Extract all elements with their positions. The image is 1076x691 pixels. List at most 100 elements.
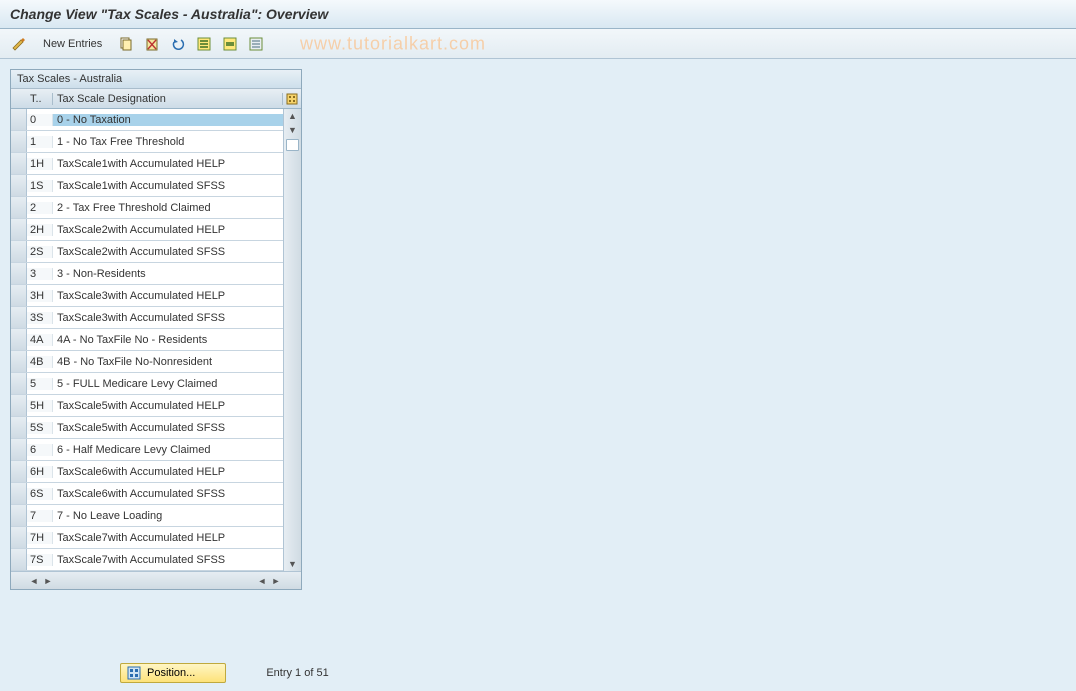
row-selector[interactable] bbox=[11, 263, 27, 284]
row-selector[interactable] bbox=[11, 395, 27, 416]
row-code: 7 bbox=[27, 510, 53, 522]
row-designation: 7 - No Leave Loading bbox=[53, 510, 283, 522]
table-row[interactable]: 00 - No Taxation bbox=[11, 109, 283, 131]
row-selector[interactable] bbox=[11, 219, 27, 240]
select-block-icon[interactable] bbox=[219, 34, 241, 54]
table-row[interactable]: 1STaxScale1with Accumulated SFSS bbox=[11, 175, 283, 197]
row-selector[interactable] bbox=[11, 153, 27, 174]
row-code: 1 bbox=[27, 136, 53, 148]
row-selector[interactable] bbox=[11, 351, 27, 372]
table-row[interactable]: 3STaxScale3with Accumulated SFSS bbox=[11, 307, 283, 329]
toggle-change-icon[interactable] bbox=[8, 34, 30, 54]
row-designation: 0 - No Taxation bbox=[53, 114, 283, 126]
select-all-icon[interactable] bbox=[193, 34, 215, 54]
watermark-text: www.tutorialkart.com bbox=[300, 33, 486, 54]
table-row[interactable]: 11 - No Tax Free Threshold bbox=[11, 131, 283, 153]
panel-title: Tax Scales - Australia bbox=[11, 70, 301, 89]
scroll-rightstep-icon[interactable]: ◄ bbox=[255, 576, 269, 586]
undo-change-icon[interactable] bbox=[167, 34, 189, 54]
row-selector[interactable] bbox=[11, 461, 27, 482]
row-selector[interactable] bbox=[11, 483, 27, 504]
table-row[interactable]: 22 - Tax Free Threshold Claimed bbox=[11, 197, 283, 219]
page-title: Change View "Tax Scales - Australia": Ov… bbox=[0, 0, 1076, 29]
row-code: 1H bbox=[27, 158, 53, 170]
row-designation: TaxScale6with Accumulated HELP bbox=[53, 466, 283, 478]
table-row[interactable]: 4B4B - No TaxFile No-Nonresident bbox=[11, 351, 283, 373]
row-selector[interactable] bbox=[11, 285, 27, 306]
column-headers: T.. Tax Scale Designation bbox=[11, 89, 301, 109]
row-code: 3 bbox=[27, 268, 53, 280]
table-row[interactable]: 4A4A - No TaxFile No - Residents bbox=[11, 329, 283, 351]
row-code: 5 bbox=[27, 378, 53, 390]
row-code: 3H bbox=[27, 290, 53, 302]
row-selector[interactable] bbox=[11, 197, 27, 218]
row-selector[interactable] bbox=[11, 505, 27, 526]
row-code: 2 bbox=[27, 202, 53, 214]
row-code: 1S bbox=[27, 180, 53, 192]
row-code: 7S bbox=[27, 554, 53, 566]
row-selector[interactable] bbox=[11, 131, 27, 152]
application-toolbar: New Entries www.tutorialkart.com bbox=[0, 29, 1076, 59]
table-row[interactable]: 5HTaxScale5with Accumulated HELP bbox=[11, 395, 283, 417]
scroll-right-icon[interactable]: ► bbox=[269, 576, 283, 586]
row-code: 7H bbox=[27, 532, 53, 544]
footer-bar: Position... Entry 1 of 51 bbox=[0, 654, 1076, 691]
row-selector[interactable] bbox=[11, 109, 27, 130]
table-row[interactable]: 66 - Half Medicare Levy Claimed bbox=[11, 439, 283, 461]
scroll-left-icon[interactable]: ◄ bbox=[27, 576, 41, 586]
table-row[interactable]: 7STaxScale7with Accumulated SFSS bbox=[11, 549, 283, 571]
position-label: Position... bbox=[147, 667, 195, 679]
row-designation: 6 - Half Medicare Levy Claimed bbox=[53, 444, 283, 456]
row-designation: TaxScale3with Accumulated SFSS bbox=[53, 312, 283, 324]
row-selector[interactable] bbox=[11, 307, 27, 328]
row-designation: TaxScale5with Accumulated SFSS bbox=[53, 422, 283, 434]
table-row[interactable]: 1HTaxScale1with Accumulated HELP bbox=[11, 153, 283, 175]
table-row[interactable]: 55 - FULL Medicare Levy Claimed bbox=[11, 373, 283, 395]
table-row[interactable]: 33 - Non-Residents bbox=[11, 263, 283, 285]
row-code: 6H bbox=[27, 466, 53, 478]
row-selector[interactable] bbox=[11, 527, 27, 548]
row-code: 2S bbox=[27, 246, 53, 258]
scroll-up-icon[interactable]: ▲ bbox=[284, 109, 301, 123]
scroll-down-icon[interactable]: ▼ bbox=[284, 123, 301, 137]
scroll-leftstep-icon[interactable]: ► bbox=[41, 576, 55, 586]
scroll-bottom-icon[interactable]: ▼ bbox=[284, 557, 301, 571]
table-settings-icon[interactable] bbox=[283, 93, 301, 105]
row-designation: 4B - No TaxFile No-Nonresident bbox=[53, 356, 283, 368]
vertical-scrollbar[interactable]: ▲ ▼ ▼ bbox=[283, 109, 301, 571]
deselect-all-icon[interactable] bbox=[245, 34, 267, 54]
position-button[interactable]: Position... bbox=[120, 663, 226, 683]
row-selector[interactable] bbox=[11, 439, 27, 460]
column-header-code[interactable]: T.. bbox=[27, 93, 53, 105]
copy-as-icon[interactable] bbox=[115, 34, 137, 54]
row-selector[interactable] bbox=[11, 417, 27, 438]
row-designation: 5 - FULL Medicare Levy Claimed bbox=[53, 378, 283, 390]
row-code: 5H bbox=[27, 400, 53, 412]
row-designation: 1 - No Tax Free Threshold bbox=[53, 136, 283, 148]
table-row[interactable]: 77 - No Leave Loading bbox=[11, 505, 283, 527]
horizontal-scrollbar[interactable]: ◄ ► ◄ ► bbox=[11, 571, 301, 589]
table-row[interactable]: 3HTaxScale3with Accumulated HELP bbox=[11, 285, 283, 307]
row-selector[interactable] bbox=[11, 329, 27, 350]
table-row[interactable]: 5STaxScale5with Accumulated SFSS bbox=[11, 417, 283, 439]
delete-icon[interactable] bbox=[141, 34, 163, 54]
row-designation: 2 - Tax Free Threshold Claimed bbox=[53, 202, 283, 214]
table-row[interactable]: 7HTaxScale7with Accumulated HELP bbox=[11, 527, 283, 549]
table-row[interactable]: 2HTaxScale2with Accumulated HELP bbox=[11, 219, 283, 241]
table-row[interactable]: 6STaxScale6with Accumulated SFSS bbox=[11, 483, 283, 505]
row-selector[interactable] bbox=[11, 241, 27, 262]
scroll-thumb[interactable] bbox=[286, 139, 299, 151]
row-code: 0 bbox=[27, 114, 53, 126]
new-entries-button[interactable]: New Entries bbox=[34, 34, 111, 54]
row-code: 6 bbox=[27, 444, 53, 456]
row-code: 5S bbox=[27, 422, 53, 434]
row-code: 2H bbox=[27, 224, 53, 236]
row-code: 3S bbox=[27, 312, 53, 324]
table-row[interactable]: 2STaxScale2with Accumulated SFSS bbox=[11, 241, 283, 263]
row-selector[interactable] bbox=[11, 549, 27, 570]
row-selector[interactable] bbox=[11, 175, 27, 196]
row-selector[interactable] bbox=[11, 373, 27, 394]
row-designation: TaxScale5with Accumulated HELP bbox=[53, 400, 283, 412]
column-header-designation[interactable]: Tax Scale Designation bbox=[53, 93, 283, 105]
table-row[interactable]: 6HTaxScale6with Accumulated HELP bbox=[11, 461, 283, 483]
